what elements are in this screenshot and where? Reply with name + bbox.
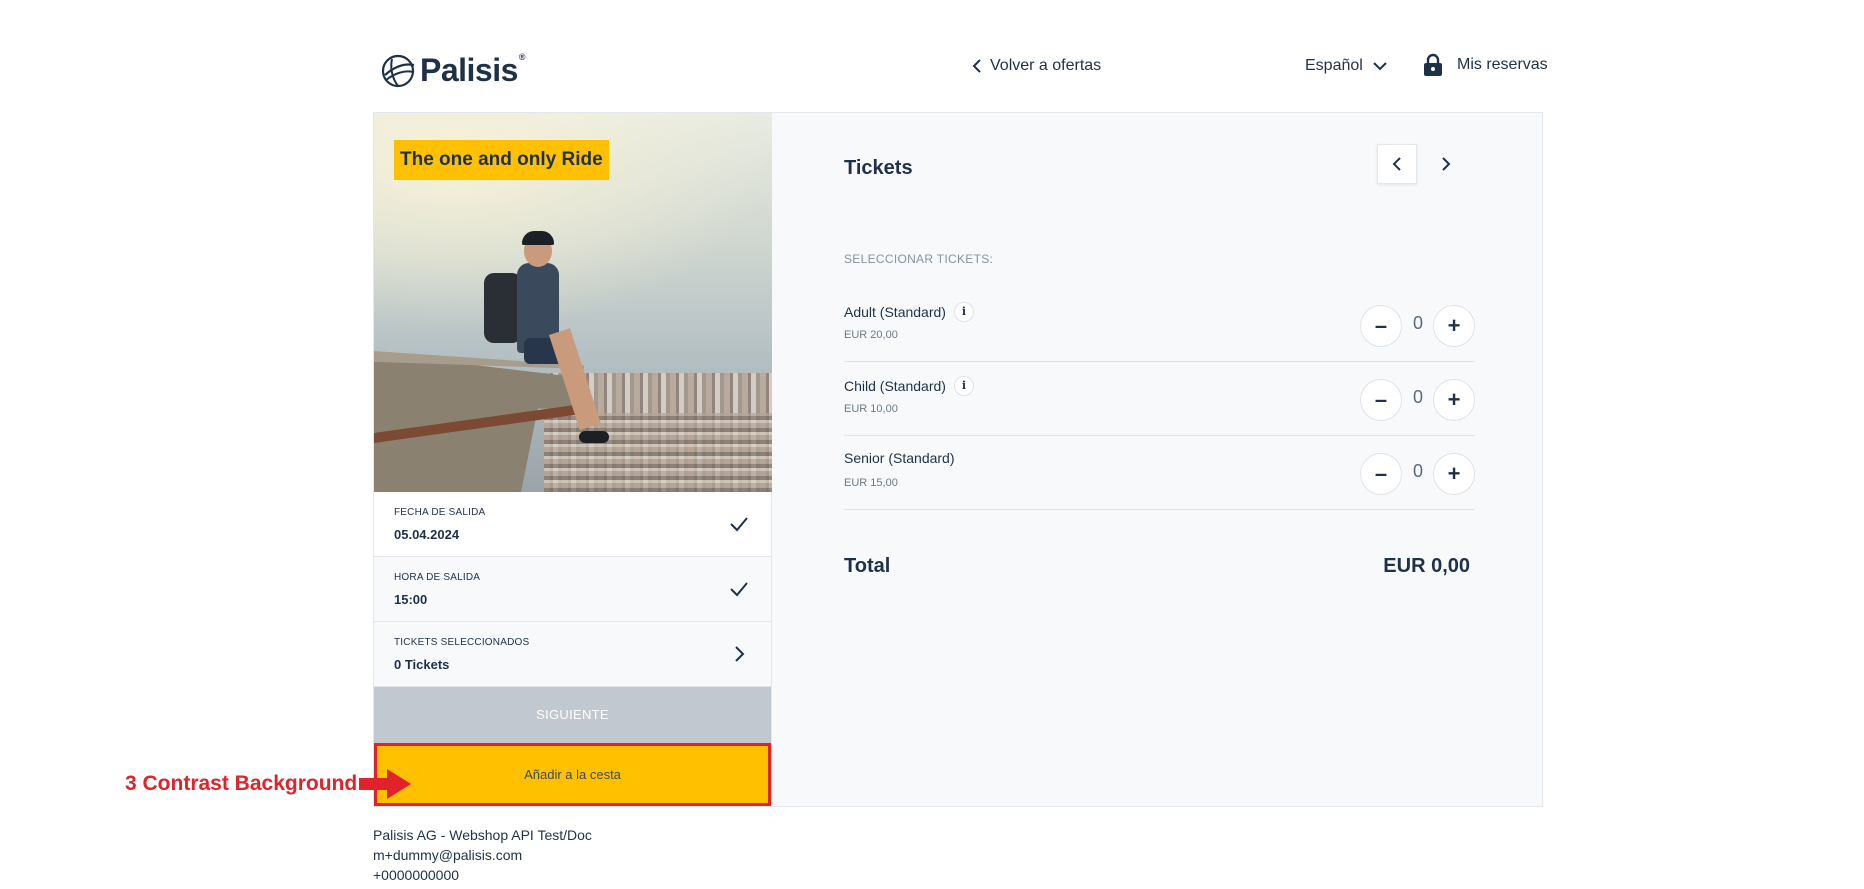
ticket-name: Adult (Standard) i [844, 302, 974, 322]
ticket-quantity: 0 [1412, 313, 1423, 333]
my-reservations-link[interactable]: Mis reservas [1423, 53, 1548, 77]
chevron-right-icon [1442, 157, 1451, 171]
ticket-name-text: Child (Standard) [844, 378, 946, 394]
footer-email[interactable]: m+dummy@palisis.com [373, 845, 592, 865]
increase-quantity-button[interactable]: + [1433, 453, 1475, 495]
annotation-label: 3 Contrast Background [125, 772, 358, 795]
total-value: EUR 0,00 [1383, 555, 1470, 577]
step-value: 15:00 [394, 592, 428, 607]
logo-text: Palisis® [420, 52, 526, 88]
chevron-right-icon [735, 646, 745, 662]
step-value: 05.04.2024 [394, 527, 460, 542]
ticket-name: Child (Standard) i [844, 376, 974, 396]
my-reservations-label: Mis reservas [1457, 56, 1548, 73]
chevron-down-icon [1373, 62, 1387, 71]
increase-quantity-button[interactable]: + [1433, 379, 1475, 421]
ticket-name: Senior (Standard) [844, 450, 955, 466]
info-icon[interactable]: i [953, 376, 974, 396]
ticket-row-adult: Adult (Standard) i EUR 20,00 – 0 + [844, 288, 1475, 362]
language-label: Español [1305, 57, 1363, 74]
next-step-button[interactable] [1426, 144, 1466, 184]
step-value: 0 Tickets [394, 657, 450, 672]
logo-registered-mark: ® [518, 52, 526, 62]
ticket-price: EUR 10,00 [844, 403, 898, 415]
step-label: FECHA DE SALIDA [394, 507, 486, 518]
lock-icon [1424, 53, 1442, 76]
step-label: TICKETS SELECCIONADOS [394, 637, 530, 648]
globe-logo-icon [381, 54, 415, 87]
ticket-row-child: Child (Standard) i EUR 10,00 – 0 + [844, 362, 1475, 436]
ticket-quantity: 0 [1412, 387, 1423, 407]
step-departure-time[interactable]: HORA DE SALIDA 15:00 [374, 557, 771, 622]
arrow-right-icon [359, 769, 412, 799]
offer-title: The one and only Ride [394, 140, 609, 180]
select-tickets-label: SELECCIONAR TICKETS: [844, 252, 994, 266]
back-to-offers-link[interactable]: Volver a ofertas [972, 57, 1101, 75]
ticket-row-senior: Senior (Standard) EUR 15,00 – 0 + [844, 436, 1475, 510]
tickets-title: Tickets [844, 157, 913, 179]
language-selector[interactable]: Español [1305, 57, 1387, 75]
previous-step-button[interactable] [1377, 144, 1417, 184]
increase-quantity-button[interactable]: + [1433, 305, 1475, 347]
contrast-annotation: 3 Contrast Background [125, 767, 413, 801]
footer: Palisis AG - Webshop API Test/Doc m+dumm… [373, 825, 592, 885]
total-label: Total [844, 555, 891, 577]
booking-card: The one and only Ride FECHA DE SALIDA 05… [373, 112, 1543, 807]
palisis-logo[interactable]: Palisis® [380, 52, 526, 89]
add-to-cart-button[interactable]: Añadir a la cesta [374, 743, 771, 806]
offer-hero-image: The one and only Ride [374, 113, 772, 492]
ticket-price: EUR 20,00 [844, 329, 898, 341]
back-link-label: Volver a ofertas [990, 57, 1102, 74]
ticket-name-text: Senior (Standard) [844, 450, 955, 466]
check-icon [730, 582, 748, 597]
offer-summary-panel: The one and only Ride FECHA DE SALIDA 05… [374, 113, 772, 806]
ticket-quantity: 0 [1412, 461, 1423, 481]
step-selected-tickets[interactable]: TICKETS SELECCIONADOS 0 Tickets [374, 622, 771, 687]
check-icon [730, 517, 748, 532]
decrease-quantity-button[interactable]: – [1360, 379, 1402, 421]
footer-company: Palisis AG - Webshop API Test/Doc [373, 827, 592, 843]
chevron-left-icon [1392, 157, 1401, 171]
ticket-name-text: Adult (Standard) [844, 304, 946, 320]
step-label: HORA DE SALIDA [394, 572, 481, 583]
hero-person-cap [522, 231, 554, 245]
step-departure-date[interactable]: FECHA DE SALIDA 05.04.2024 [374, 492, 771, 557]
chevron-left-icon [972, 59, 981, 73]
info-icon[interactable]: i [953, 302, 974, 322]
decrease-quantity-button[interactable]: – [1360, 453, 1402, 495]
hero-person-shoe [579, 431, 609, 443]
ticket-price: EUR 15,00 [844, 477, 898, 489]
footer-phone[interactable]: +0000000000 [373, 865, 592, 885]
next-button[interactable]: SIGUIENTE [374, 687, 771, 743]
decrease-quantity-button[interactable]: – [1360, 305, 1402, 347]
